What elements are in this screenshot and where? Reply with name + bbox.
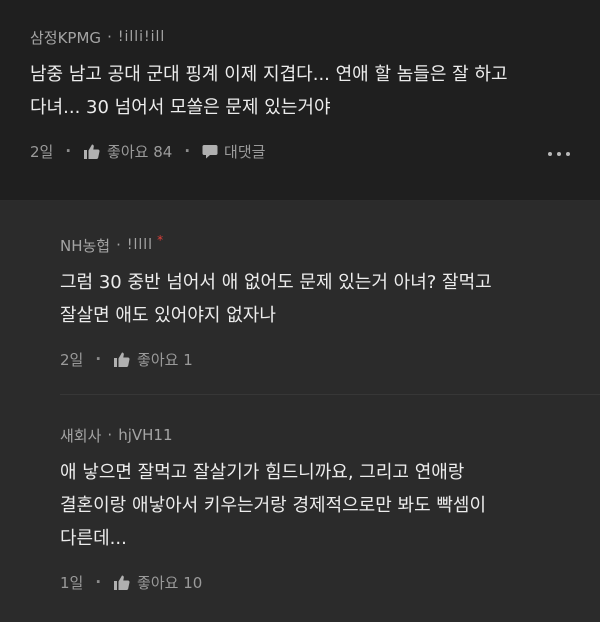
reply-item: NH농협 · !llll * 그럼 30 중반 넘어서 애 없어도 문제 있는거… xyxy=(0,201,600,394)
separator-dot: · xyxy=(184,142,191,160)
like-button[interactable]: 좋아요 1 xyxy=(113,349,193,370)
thumbs-up-icon xyxy=(113,574,130,591)
author-suffix: hjVH11 xyxy=(118,426,173,444)
author-badge: * xyxy=(157,233,164,247)
separator-dot: · xyxy=(107,426,113,444)
reply-time: 2일 xyxy=(60,350,84,369)
author-suffix: !illi!ill xyxy=(117,29,166,45)
reply-item: 새회사 · hjVH11 애 낳으면 잘먹고 잘살기가 힘드니까요, 그리고 연… xyxy=(0,395,600,622)
reply-meta: 2일 · 좋아요 1 xyxy=(60,348,570,370)
reply-author-row: NH농협 · !llll * xyxy=(60,233,570,256)
reply-author-row: 새회사 · hjVH11 xyxy=(60,424,570,446)
thumbs-up-icon xyxy=(83,143,100,160)
like-label: 좋아요 10 xyxy=(137,573,203,592)
like-label: 좋아요 1 xyxy=(137,350,193,369)
author-name[interactable]: 삼정KPMG xyxy=(30,27,101,48)
separator-dot: · xyxy=(65,142,72,160)
more-dots-icon[interactable] xyxy=(548,152,570,156)
comment-line: 남중 남고 공대 군대 핑계 이제 지겹다... 연애 할 놈들은 잘 하고 xyxy=(30,64,508,85)
comment-author-row: 삼정KPMG · !illi!ill xyxy=(30,26,570,48)
comment-text: 남중 남고 공대 군대 핑계 이제 지겹다... 연애 할 놈들은 잘 하고 다… xyxy=(30,58,570,124)
reply-text: 그럼 30 중반 넘어서 애 없어도 문제 있는거 아녀? 잘먹고 잘살면 애도… xyxy=(60,266,570,332)
reply-line: 결혼이랑 애낳아서 키우는거랑 경제적으로만 봐도 빡셈이 xyxy=(60,495,487,516)
separator-dot: · xyxy=(95,573,102,591)
comment-post: 삼정KPMG · !illi!ill 남중 남고 공대 군대 핑계 이제 지겹다… xyxy=(0,0,600,200)
author-name[interactable]: 새회사 xyxy=(60,425,101,446)
author-suffix: !llll xyxy=(126,237,154,253)
reply-text: 애 낳으면 잘먹고 잘살기가 힘드니까요, 그리고 연애랑 결혼이랑 애낳아서 … xyxy=(60,456,570,555)
comment-meta: 2일 · 좋아요 84 · 대댓글 xyxy=(30,140,570,162)
reply-button[interactable]: 대댓글 xyxy=(202,141,265,162)
reply-line: 그럼 30 중반 넘어서 애 없어도 문제 있는거 아녀? 잘먹고 xyxy=(60,272,492,293)
author-name[interactable]: NH농협 xyxy=(60,235,110,256)
reply-line: 잘살면 애도 있어야지 없자나 xyxy=(60,305,276,326)
speech-bubble-icon xyxy=(202,144,218,159)
reply-label: 대댓글 xyxy=(224,142,266,161)
comment-line: 다녀... 30 넘어서 모쏠은 문제 있는거야 xyxy=(30,97,331,118)
reply-list: NH농협 · !llll * 그럼 30 중반 넘어서 애 없어도 문제 있는거… xyxy=(0,201,600,622)
reply-time: 1일 xyxy=(60,573,84,592)
like-button[interactable]: 좋아요 84 xyxy=(83,141,172,162)
like-label: 좋아요 84 xyxy=(107,142,173,161)
like-button[interactable]: 좋아요 10 xyxy=(113,572,202,593)
thumbs-up-icon xyxy=(113,351,130,368)
reply-line: 다른데... xyxy=(60,528,127,549)
comment-time: 2일 xyxy=(30,142,54,161)
separator-dot: · xyxy=(107,28,112,46)
separator-dot: · xyxy=(95,350,102,368)
reply-meta: 1일 · 좋아요 10 xyxy=(60,571,570,593)
reply-line: 애 낳으면 잘먹고 잘살기가 힘드니까요, 그리고 연애랑 xyxy=(60,462,465,483)
separator-dot: · xyxy=(116,236,121,254)
